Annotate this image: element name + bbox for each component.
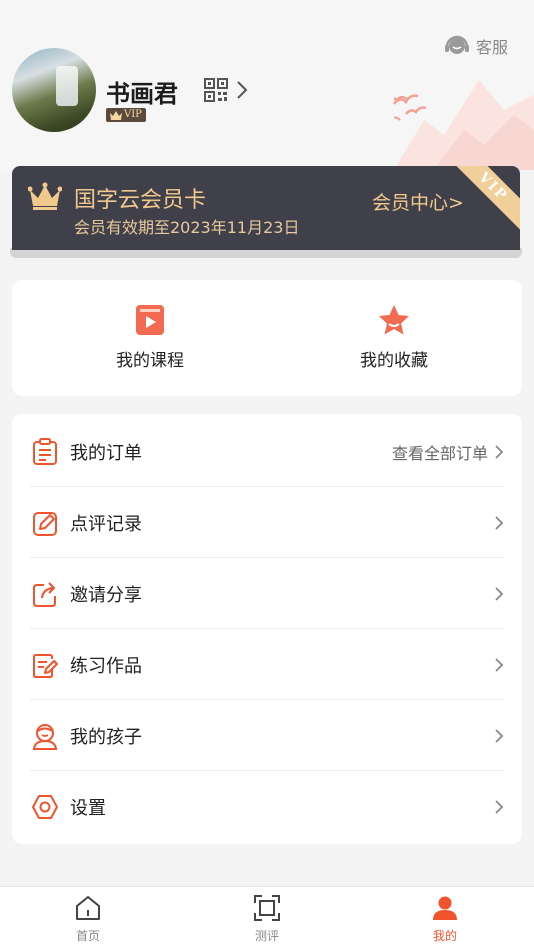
member-center-link[interactable]: 会员中心> xyxy=(372,188,464,215)
chevron-right-icon xyxy=(495,516,504,530)
avatar[interactable] xyxy=(12,48,96,132)
menu-item-label: 我的孩子 xyxy=(70,726,142,748)
menu-item-label: 我的订单 xyxy=(70,442,142,464)
chevron-right-icon[interactable] xyxy=(236,80,248,100)
chevron-right-icon xyxy=(495,445,504,459)
profile-icon xyxy=(433,896,457,920)
home-icon xyxy=(76,896,100,920)
menu-list: 我的订单 查看全部订单 点评记录 邀请分享 练习作品 我的孩子 设置 xyxy=(12,414,522,844)
tab-mine-label: 我的 xyxy=(432,929,457,943)
tab-evaluation[interactable]: 测评 xyxy=(217,895,317,944)
member-expiry: 会员有效期至2023年11月23日 xyxy=(74,218,300,237)
tab-home[interactable]: 首页 xyxy=(38,895,138,944)
practice-works-icon xyxy=(33,654,58,678)
scan-frame-icon xyxy=(254,895,280,921)
profile-header: 客服 书画君 VIP xyxy=(0,0,534,170)
my-favorites-label: 我的收藏 xyxy=(360,351,428,371)
customer-service-button[interactable]: 客服 xyxy=(444,34,508,58)
username: 书画君 xyxy=(106,80,178,108)
settings-hexagon-icon xyxy=(32,795,58,819)
vip-badge: VIP xyxy=(106,108,146,122)
menu-item-settings[interactable]: 设置 xyxy=(12,771,522,842)
chevron-right-icon xyxy=(495,587,504,601)
bottom-tab-bar: 首页 测评 我的 xyxy=(0,886,534,950)
share-icon xyxy=(33,582,56,607)
play-video-icon xyxy=(136,305,164,335)
qr-code-icon[interactable] xyxy=(204,78,228,102)
birds-decoration xyxy=(393,94,427,115)
tab-evaluation-label: 测评 xyxy=(254,929,279,943)
crown-icon xyxy=(28,182,62,210)
my-courses-button[interactable]: 我的课程 xyxy=(80,304,220,371)
headset-icon xyxy=(444,35,469,54)
star-icon xyxy=(379,305,409,335)
tab-home-label: 首页 xyxy=(75,929,100,943)
menu-item-my-children[interactable]: 我的孩子 xyxy=(12,700,522,771)
menu-item-label: 点评记录 xyxy=(70,513,142,535)
quick-links: 我的课程 我的收藏 xyxy=(12,280,522,396)
vip-badge-label: VIP xyxy=(124,109,142,120)
order-clipboard-icon xyxy=(33,438,57,465)
chevron-right-icon xyxy=(495,729,504,743)
menu-item-label: 邀请分享 xyxy=(70,584,142,606)
my-favorites-button[interactable]: 我的收藏 xyxy=(324,304,464,371)
tab-mine[interactable]: 我的 xyxy=(395,895,495,944)
menu-item-practice-works[interactable]: 练习作品 xyxy=(12,629,522,700)
member-card-title: 国字云会员卡 xyxy=(74,188,207,213)
menu-item-invite-share[interactable]: 邀请分享 xyxy=(12,558,522,629)
chevron-right-icon xyxy=(495,800,504,814)
member-card[interactable]: 国字云会员卡 会员有效期至2023年11月23日 会员中心> VIP xyxy=(10,166,522,260)
menu-item-reviews[interactable]: 点评记录 xyxy=(12,487,522,558)
crown-small-icon xyxy=(110,110,122,120)
menu-item-orders[interactable]: 我的订单 查看全部订单 xyxy=(12,416,522,487)
edit-review-icon xyxy=(33,512,57,536)
chevron-right-icon xyxy=(495,658,504,672)
customer-service-label: 客服 xyxy=(475,38,508,57)
menu-item-label: 练习作品 xyxy=(70,655,142,677)
menu-item-label: 设置 xyxy=(70,797,106,819)
child-icon xyxy=(32,724,58,750)
my-courses-label: 我的课程 xyxy=(116,351,184,371)
view-all-orders-link[interactable]: 查看全部订单 xyxy=(392,440,488,464)
